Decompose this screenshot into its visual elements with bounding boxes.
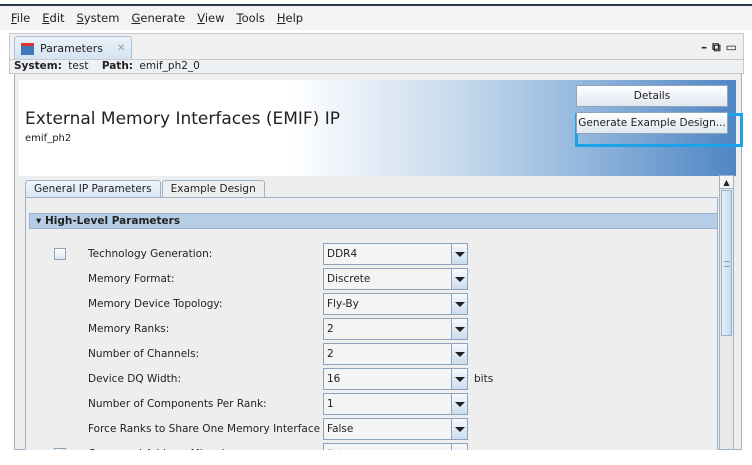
param-label: Memory Format:	[88, 273, 175, 285]
tab-parameters[interactable]: Parameters ✕	[14, 36, 132, 60]
param-dropdown[interactable]: Discrete	[323, 268, 468, 290]
view-tab-row: Parameters ✕ – ⧉ ▭	[9, 33, 744, 60]
param-row: Number of Components Per Rank: 1	[26, 393, 716, 415]
menu-edit[interactable]: Edit	[42, 11, 64, 25]
param-dropdown[interactable]: 2	[323, 318, 468, 340]
param-dropdown[interactable]: 2	[323, 343, 468, 365]
param-row: Memory Ranks: 2	[26, 318, 716, 340]
param-checkbox[interactable]: ✔	[54, 448, 66, 450]
param-unit: bits	[474, 373, 494, 385]
general-parameters-content: ▾ High-Level Parameters Technology Gener…	[25, 197, 718, 450]
param-value: DDR4	[327, 248, 358, 260]
param-dropdown[interactable]: False	[323, 443, 468, 450]
menu-system[interactable]: System	[77, 11, 120, 25]
chevron-down-icon[interactable]	[451, 319, 467, 339]
chevron-down-icon[interactable]	[451, 394, 467, 414]
chevron-down-icon[interactable]	[451, 269, 467, 289]
ip-header: External Memory Interfaces (EMIF) IP emi…	[19, 80, 743, 176]
details-button[interactable]: Details	[576, 85, 728, 107]
instance-name: emif_ph2	[25, 133, 72, 144]
menu-bar: File Edit System Generate View Tools Hel…	[0, 6, 752, 30]
param-label: Force Ranks to Share One Memory Interfac…	[88, 423, 356, 435]
maximize-icon[interactable]: ▭	[726, 40, 737, 55]
param-label: Device DQ Width:	[88, 373, 181, 385]
scroll-up-icon[interactable]: ▲	[720, 176, 733, 189]
param-value: Discrete	[327, 273, 371, 285]
close-icon[interactable]: ✕	[117, 43, 125, 54]
menu-help[interactable]: Help	[277, 11, 303, 25]
param-label: Number of Components Per Rank:	[88, 398, 267, 410]
menu-view[interactable]: View	[197, 11, 224, 25]
parameters-icon	[21, 42, 34, 55]
section-high-level-parameters[interactable]: ▾ High-Level Parameters	[29, 213, 717, 229]
chevron-down-icon[interactable]	[451, 419, 467, 439]
parameter-tabs: General IP Parameters Example Design	[25, 180, 266, 198]
param-row: Memory Format: Discrete	[26, 268, 716, 290]
param-label: Technology Generation:	[88, 248, 213, 260]
path-label: Path:	[101, 60, 134, 72]
system-path-bar: System: test Path: emif_ph2_0	[9, 59, 744, 74]
param-label: Memory Ranks:	[88, 323, 170, 335]
minimize-icon[interactable]: –	[701, 40, 707, 55]
param-row: Device DQ Width: 16 bits	[26, 368, 716, 390]
chevron-down-icon[interactable]	[451, 244, 467, 264]
param-label: Command-Address Mirroring:	[88, 448, 241, 450]
detach-icon[interactable]: ⧉	[712, 40, 721, 55]
param-row: Force Ranks to Share One Memory Interfac…	[26, 418, 716, 440]
param-value: 2	[327, 323, 334, 335]
param-dropdown[interactable]: 16	[323, 368, 468, 390]
path-value: emif_ph2_0	[139, 60, 200, 72]
scrollbar-thumb[interactable]	[721, 190, 732, 336]
param-value: Fly-By	[327, 298, 359, 310]
page-title: External Memory Interfaces (EMIF) IP	[25, 109, 340, 129]
param-dropdown[interactable]: Fly-By	[323, 293, 468, 315]
param-value: False	[327, 423, 354, 435]
param-row: Technology Generation: DDR4	[26, 243, 716, 265]
window-controls: – ⧉ ▭	[701, 40, 737, 55]
menu-tools[interactable]: Tools	[237, 11, 265, 25]
param-value: 1	[327, 398, 334, 410]
system-label: System:	[14, 60, 62, 72]
tab-general-ip-parameters[interactable]: General IP Parameters	[25, 180, 161, 198]
param-label: Number of Channels:	[88, 348, 200, 360]
tab-parameters-label: Parameters	[40, 42, 103, 55]
param-value: 16	[327, 373, 341, 385]
param-checkbox[interactable]	[54, 248, 66, 260]
parameters-panel: External Memory Interfaces (EMIF) IP emi…	[14, 74, 743, 450]
param-dropdown[interactable]: 1	[323, 393, 468, 415]
param-label: Memory Device Topology:	[88, 298, 223, 310]
param-value: False	[327, 448, 353, 450]
chevron-down-icon[interactable]	[451, 444, 467, 450]
param-row: Memory Device Topology: Fly-By	[26, 293, 716, 315]
chevron-down-icon[interactable]	[451, 344, 467, 364]
param-value: 2	[327, 348, 334, 360]
chevron-down-icon[interactable]	[451, 294, 467, 314]
param-dropdown[interactable]: DDR4	[323, 243, 468, 265]
param-row: ✔ Command-Address Mirroring: False	[26, 443, 716, 450]
chevron-down-icon[interactable]	[451, 369, 467, 389]
system-value: test	[68, 60, 89, 72]
vertical-scrollbar[interactable]: ▲	[719, 175, 734, 450]
menu-generate[interactable]: Generate	[131, 11, 185, 25]
section-title: High-Level Parameters	[44, 215, 181, 227]
generate-example-design-button[interactable]: Generate Example Design...	[576, 112, 728, 134]
menu-file[interactable]: File	[11, 11, 30, 25]
tab-example-design[interactable]: Example Design	[161, 180, 265, 198]
param-dropdown[interactable]: False	[323, 418, 468, 440]
param-row: Number of Channels: 2	[26, 343, 716, 365]
